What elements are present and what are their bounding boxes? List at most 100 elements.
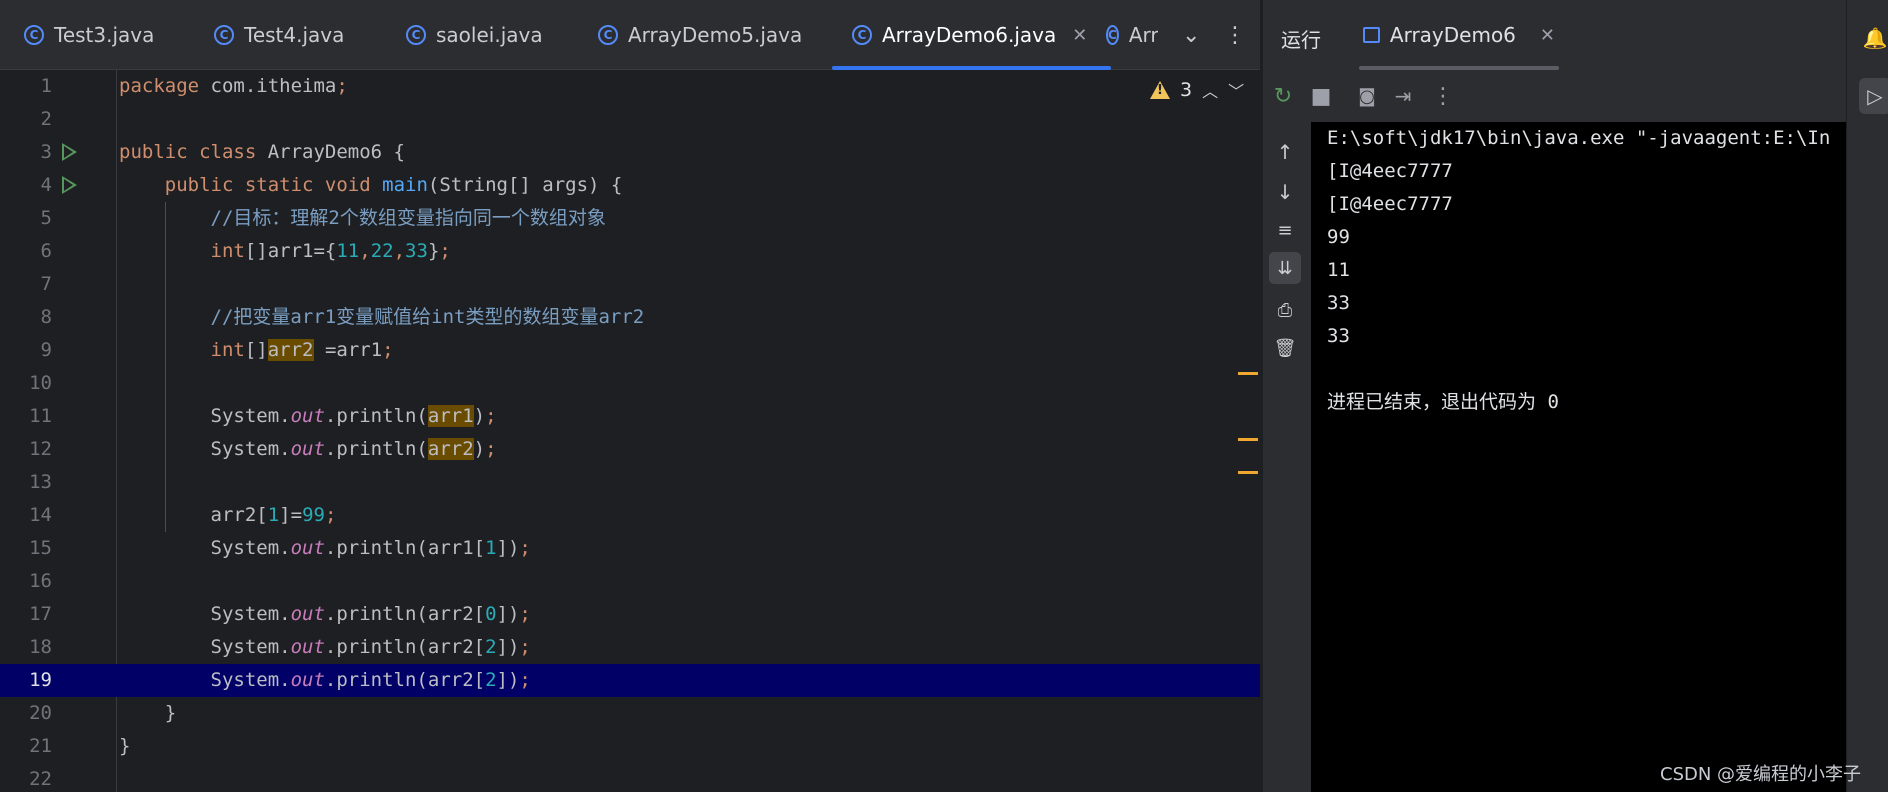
code-line: 20 }	[0, 697, 1260, 730]
error-stripe-mark[interactable]	[1238, 471, 1258, 474]
code-text: }	[164, 702, 177, 724]
code-text: System.out.println(arr1);	[210, 405, 497, 427]
line-number: 4	[40, 174, 52, 196]
code-text: package com.itheima;	[119, 75, 348, 97]
run-icon[interactable]: ▷	[1859, 78, 1888, 114]
inspection-widget[interactable]: 3 ︿ ﹀	[1150, 78, 1244, 102]
code-text: public static void main(String[] args) {	[164, 174, 623, 196]
tab-test4[interactable]: C Test4.java	[214, 0, 344, 70]
more-vertical-icon[interactable]: ⋮	[1224, 0, 1246, 70]
console-side-toolbar: ↑ ↓ ≡ ⇊ ⎙ 🗑	[1263, 122, 1311, 792]
code-text: //把变量arr1变量赋值给int类型的数组变量arr2	[210, 306, 645, 328]
line-number: 6	[40, 240, 52, 262]
code-text: System.out.println(arr2[2]);	[210, 669, 531, 691]
code-line: 14 arr2[1]=99;	[0, 499, 1260, 532]
line-number: 10	[29, 372, 52, 394]
export-icon[interactable]: ⇥	[1387, 75, 1419, 117]
camera-icon[interactable]: ◙	[1351, 75, 1383, 117]
line-number: 22	[29, 768, 52, 790]
rerun-icon[interactable]: ↻	[1267, 75, 1299, 117]
code-line: 17 System.out.println(arr2[0]);	[0, 598, 1260, 631]
class-icon: C	[852, 25, 872, 45]
code-line-current: 19 System.out.println(arr2[2]);	[0, 664, 1260, 697]
code-line: 15 System.out.println(arr1[1]);	[0, 532, 1260, 565]
run-tab-label: ArrayDemo6	[1389, 23, 1516, 47]
code-line: 11 System.out.println(arr1);	[0, 400, 1260, 433]
line-number: 13	[29, 471, 52, 493]
error-stripe-mark[interactable]	[1238, 372, 1258, 375]
line-number: 9	[40, 339, 52, 361]
arrow-up-icon[interactable]: ↑	[1269, 136, 1301, 168]
tab-label: Test3.java	[54, 23, 155, 47]
trash-icon[interactable]: 🗑	[1269, 332, 1301, 364]
code-editor[interactable]: 1 package com.itheima; 2 3 public class …	[0, 70, 1260, 792]
close-icon[interactable]: ✕	[1540, 25, 1555, 46]
tab-label: ArrayDemo5.java	[628, 23, 803, 47]
tab-run-arraydemo6[interactable]: ArrayDemo6 ✕	[1359, 0, 1559, 70]
scroll-to-end-icon[interactable]: ⇊	[1269, 252, 1301, 284]
line-number: 15	[29, 537, 52, 559]
tab-test3[interactable]: C Test3.java	[24, 0, 154, 70]
line-number: 19	[29, 669, 52, 691]
tab-label: Test4.java	[244, 23, 345, 47]
code-text: System.out.println(arr2);	[210, 438, 497, 460]
line-number: 5	[40, 207, 52, 229]
tab-saolei[interactable]: C saolei.java	[406, 0, 543, 70]
console-output[interactable]: E:\soft\jdk17\bin\java.exe "-javaagent:E…	[1311, 122, 1847, 792]
tab-arraydemo5[interactable]: C ArrayDemo5.java	[598, 0, 802, 70]
console-line: [I@4eec7777	[1327, 160, 1453, 182]
code-line: 2	[0, 103, 1260, 136]
run-gutter-icon[interactable]	[62, 143, 77, 161]
code-text: System.out.println(arr2[2]);	[210, 636, 531, 658]
code-text: int[]arr2 =arr1;	[210, 339, 394, 361]
error-stripe-mark[interactable]	[1238, 438, 1258, 441]
window-icon	[1363, 27, 1380, 43]
chevron-down-icon[interactable]: ﹀	[1228, 78, 1244, 102]
run-title: 运行	[1281, 28, 1321, 52]
tab-label: saolei.java	[436, 23, 543, 47]
class-icon: C	[24, 25, 44, 45]
chevron-up-icon[interactable]: ︿	[1202, 78, 1218, 102]
code-line: 8 //把变量arr1变量赋值给int类型的数组变量arr2	[0, 301, 1260, 334]
class-icon: C	[406, 25, 426, 45]
run-gutter-icon[interactable]	[62, 176, 77, 194]
tab-arraydemo6[interactable]: C ArrayDemo6.java ✕	[831, 0, 1112, 70]
line-number: 2	[40, 108, 52, 130]
line-number: 18	[29, 636, 52, 658]
warning-count: 3	[1180, 79, 1193, 101]
console-line: 进程已结束，退出代码为 0	[1327, 391, 1559, 413]
close-icon[interactable]: ✕	[1072, 25, 1087, 46]
code-text: arr2[1]=99;	[210, 504, 337, 526]
editor-tab-bar: C Test3.java C Test4.java C saolei.java …	[0, 0, 1260, 70]
code-text: System.out.println(arr2[0]);	[210, 603, 531, 625]
line-number: 20	[29, 702, 52, 724]
stop-icon[interactable]: ■	[1305, 75, 1337, 117]
line-number: 8	[40, 306, 52, 328]
console-line: [I@4eec7777	[1327, 193, 1453, 215]
chevron-down-icon[interactable]: ⌄	[1182, 0, 1200, 70]
code-line: 6 int[]arr1={11,22,33};	[0, 235, 1260, 268]
soft-wrap-icon[interactable]: ≡	[1269, 214, 1301, 246]
code-text: System.out.println(arr1[1]);	[210, 537, 531, 559]
line-number: 3	[40, 141, 52, 163]
code-line: 18 System.out.println(arr2[2]);	[0, 631, 1260, 664]
code-line: 10	[0, 367, 1260, 400]
code-line: 13	[0, 466, 1260, 499]
arrow-down-icon[interactable]: ↓	[1269, 176, 1301, 208]
code-line: 12 System.out.println(arr2);	[0, 433, 1260, 466]
console-line: 33	[1327, 325, 1350, 347]
notifications-bell-icon[interactable]: 🔔	[1861, 20, 1888, 56]
code-line: 4 public static void main(String[] args)…	[0, 169, 1260, 202]
code-line: 5 //目标：理解2个数组变量指向同一个数组对象	[0, 202, 1260, 235]
editor-pane: C Test3.java C Test4.java C saolei.java …	[0, 0, 1260, 792]
class-icon: C	[1106, 25, 1119, 45]
print-icon[interactable]: ⎙	[1269, 294, 1301, 326]
code-text: }	[119, 735, 131, 757]
more-vertical-icon[interactable]: ⋮	[1427, 75, 1459, 117]
run-header: 运行 ArrayDemo6 ✕	[1263, 0, 1847, 72]
console-line: E:\soft\jdk17\bin\java.exe "-javaagent:E…	[1327, 127, 1831, 149]
tab-arr-truncated[interactable]: C Arr	[1106, 0, 1158, 70]
run-tool-window: 运行 ArrayDemo6 ✕ ↻ ■ ◙ ⇥ ⋮ ↑ ↓ ≡ ⇊ ⎙ 🗑 E:…	[1262, 0, 1847, 792]
code-text: //目标：理解2个数组变量指向同一个数组对象	[210, 207, 606, 229]
code-line: 22	[0, 763, 1260, 792]
